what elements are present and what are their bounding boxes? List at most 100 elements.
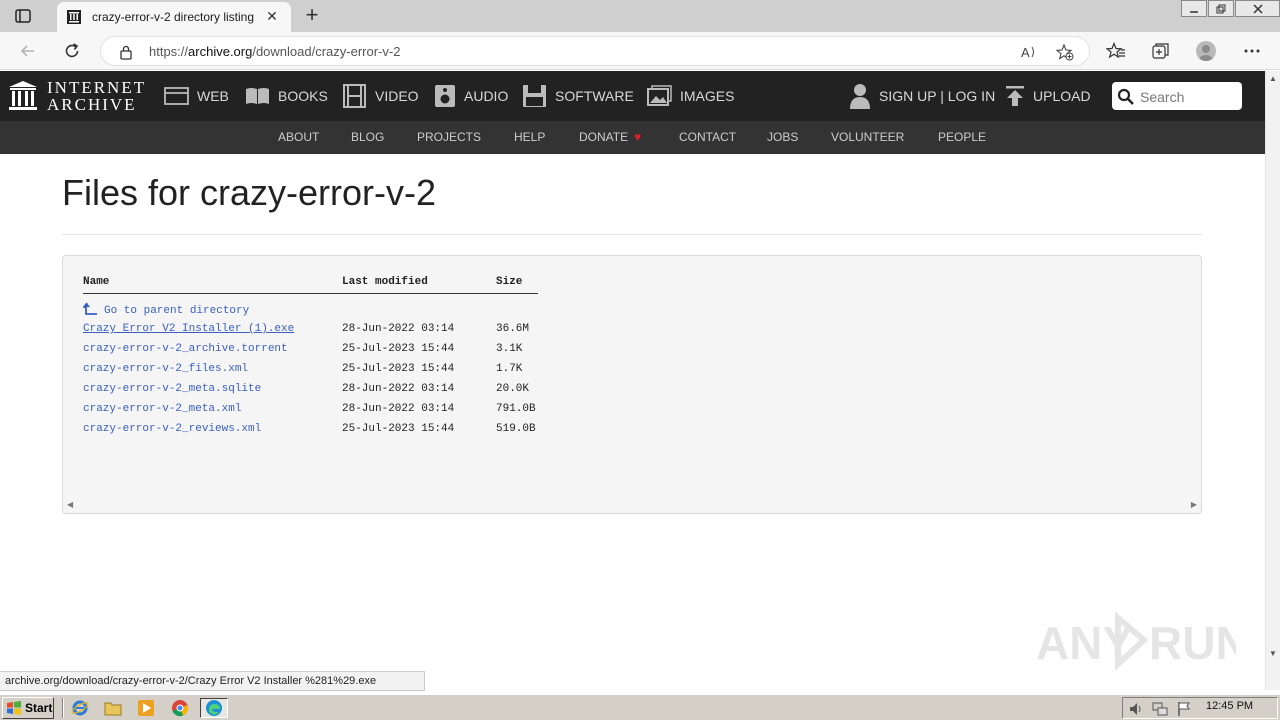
browser-tab[interactable]: crazy-error-v-2 directory listing ✕ bbox=[57, 2, 291, 32]
action-center-flag-icon[interactable] bbox=[1176, 701, 1192, 717]
ia-sub-nav: ABOUT BLOG PROJECTS HELP DONATE ♥ CONTACT… bbox=[0, 121, 1265, 154]
signin-link[interactable]: SIGN UP | LOG IN bbox=[849, 71, 995, 121]
lock-icon[interactable] bbox=[119, 44, 133, 60]
start-button[interactable]: Start bbox=[2, 697, 54, 719]
subnav-jobs[interactable]: JOBS bbox=[767, 130, 798, 144]
tab-actions-icon[interactable] bbox=[14, 7, 32, 25]
subnav-donate-label: DONATE bbox=[579, 130, 629, 144]
nav-web[interactable]: WEB bbox=[164, 71, 229, 121]
scroll-down-arrow-icon[interactable]: ▼ bbox=[1269, 649, 1277, 658]
table-row: crazy-error-v-2_files.xml 25-Jul-2023 15… bbox=[83, 359, 538, 379]
nav-web-label: WEB bbox=[197, 88, 229, 104]
file-table: Name Last modified Size Go to parent dir… bbox=[83, 276, 538, 439]
folder-icon bbox=[104, 702, 122, 716]
file-modified-cell: 25-Jul-2023 15:44 bbox=[342, 363, 455, 375]
collections-icon[interactable] bbox=[1151, 41, 1171, 61]
profile-icon bbox=[1199, 45, 1213, 61]
network-icon[interactable] bbox=[1152, 701, 1168, 717]
restore-button[interactable] bbox=[1208, 0, 1234, 17]
refresh-icon[interactable] bbox=[62, 41, 82, 61]
file-link[interactable]: crazy-error-v-2_archive.torrent bbox=[83, 343, 288, 355]
scroll-right-arrow-icon[interactable]: ▶ bbox=[1191, 500, 1197, 509]
taskbar-ie[interactable] bbox=[69, 698, 91, 718]
internet-explorer-icon bbox=[71, 700, 89, 716]
file-modified-cell: 28-Jun-2022 03:14 bbox=[342, 403, 455, 415]
file-name-cell: crazy-error-v-2_meta.sqlite bbox=[83, 379, 342, 399]
taskbar-explorer[interactable] bbox=[102, 698, 124, 718]
taskbar-chrome[interactable] bbox=[169, 698, 191, 718]
file-link[interactable]: crazy-error-v-2_meta.xml bbox=[83, 403, 241, 415]
search-placeholder: Search bbox=[1140, 89, 1185, 105]
close-window-button[interactable] bbox=[1235, 0, 1280, 17]
file-name-cell: crazy-error-v-2_files.xml bbox=[83, 359, 342, 379]
subnav-projects[interactable]: PROJECTS bbox=[417, 130, 481, 144]
minimize-button[interactable] bbox=[1181, 0, 1207, 17]
file-size-cell: 791.0B bbox=[496, 403, 536, 415]
add-favorite-icon[interactable] bbox=[1056, 43, 1074, 61]
subnav-volunteer[interactable]: VOLUNTEER bbox=[831, 130, 904, 144]
table-row: crazy-error-v-2_reviews.xml 25-Jul-2023 … bbox=[83, 419, 538, 439]
subnav-people[interactable]: PEOPLE bbox=[938, 130, 986, 144]
minimize-icon bbox=[1190, 10, 1198, 13]
nav-books-label: BOOKS bbox=[278, 88, 328, 104]
table-row: crazy-error-v-2_meta.sqlite 28-Jun-2022 … bbox=[83, 379, 538, 399]
tab-close-icon[interactable]: ✕ bbox=[264, 8, 280, 24]
table-row: crazy-error-v-2_archive.torrent 25-Jul-2… bbox=[83, 339, 538, 359]
file-link[interactable]: crazy-error-v-2_meta.sqlite bbox=[83, 383, 261, 395]
internet-archive-logo-icon[interactable] bbox=[8, 80, 38, 112]
scroll-up-arrow-icon[interactable]: ▲ bbox=[1269, 74, 1277, 83]
browser-tab-bar: crazy-error-v-2 directory listing ✕ + bbox=[0, 0, 1280, 32]
volume-icon[interactable] bbox=[1128, 701, 1144, 717]
upload-link[interactable]: UPLOAD bbox=[1005, 71, 1091, 121]
address-toolbar: https://archive.org/download/crazy-error… bbox=[0, 32, 1280, 70]
ia-logo-text[interactable]: INTERNET ARCHIVE bbox=[47, 79, 146, 113]
table-header-row: Name Last modified Size bbox=[83, 276, 538, 294]
taskbar-media-player[interactable] bbox=[135, 698, 157, 718]
nav-software[interactable]: SOFTWARE bbox=[522, 71, 634, 121]
taskbar-edge[interactable] bbox=[200, 698, 228, 718]
subnav-help[interactable]: HELP bbox=[514, 130, 545, 144]
read-aloud-icon[interactable]: A bbox=[1020, 43, 1038, 61]
back-arrow-icon[interactable] bbox=[18, 41, 38, 61]
file-modified-cell: 28-Jun-2022 03:14 bbox=[342, 323, 455, 335]
file-name-cell: crazy-error-v-2_archive.torrent bbox=[83, 339, 342, 359]
profile-avatar[interactable] bbox=[1196, 41, 1216, 61]
file-link[interactable]: Crazy Error V2 Installer (1).exe bbox=[83, 323, 294, 335]
chrome-icon bbox=[172, 700, 189, 717]
file-name-cell: crazy-error-v-2_reviews.xml bbox=[83, 419, 342, 439]
upload-label: UPLOAD bbox=[1033, 88, 1091, 104]
software-icon bbox=[523, 85, 546, 107]
nav-audio[interactable]: AUDIO bbox=[434, 71, 508, 121]
user-icon bbox=[850, 84, 870, 109]
file-link[interactable]: crazy-error-v-2_reviews.xml bbox=[83, 423, 261, 435]
system-tray bbox=[1122, 697, 1278, 719]
new-tab-button[interactable]: + bbox=[302, 4, 322, 26]
signin-label: SIGN UP | LOG IN bbox=[879, 88, 996, 104]
scroll-left-arrow-icon[interactable]: ◀ bbox=[67, 500, 73, 509]
vertical-scrollbar[interactable]: ▲ ▼ bbox=[1265, 71, 1280, 690]
subnav-donate[interactable]: DONATE ♥ bbox=[579, 130, 641, 144]
favorites-icon[interactable] bbox=[1106, 41, 1126, 61]
subnav-blog[interactable]: BLOG bbox=[351, 130, 384, 144]
audio-icon bbox=[435, 85, 455, 107]
edge-icon bbox=[206, 700, 222, 716]
web-icon bbox=[164, 87, 189, 105]
url-prefix: https:// bbox=[149, 44, 189, 59]
parent-directory-link[interactable]: Go to parent directory bbox=[83, 302, 250, 317]
url-path: /download/crazy-error-v-2 bbox=[252, 44, 401, 59]
title-divider bbox=[62, 234, 1202, 235]
nav-video[interactable]: VIDEO bbox=[342, 71, 419, 121]
nav-books[interactable]: BOOKS bbox=[245, 71, 328, 121]
subnav-about[interactable]: ABOUT bbox=[278, 130, 319, 144]
url-field[interactable]: https://archive.org/download/crazy-error… bbox=[100, 36, 1090, 66]
file-link[interactable]: crazy-error-v-2_files.xml bbox=[83, 363, 248, 375]
file-size-cell: 20.0K bbox=[496, 383, 530, 395]
nav-images[interactable]: IMAGES bbox=[647, 71, 734, 121]
more-menu-icon[interactable] bbox=[1242, 41, 1262, 61]
ia-search-input[interactable]: Search bbox=[1112, 82, 1242, 110]
restore-icon bbox=[1216, 4, 1226, 13]
page-title: Files for crazy-error-v-2 bbox=[62, 172, 437, 213]
subnav-contact[interactable]: CONTACT bbox=[679, 130, 736, 144]
parent-directory-label: Go to parent directory bbox=[104, 304, 250, 317]
logo-line-1: INTERNET bbox=[47, 78, 147, 97]
